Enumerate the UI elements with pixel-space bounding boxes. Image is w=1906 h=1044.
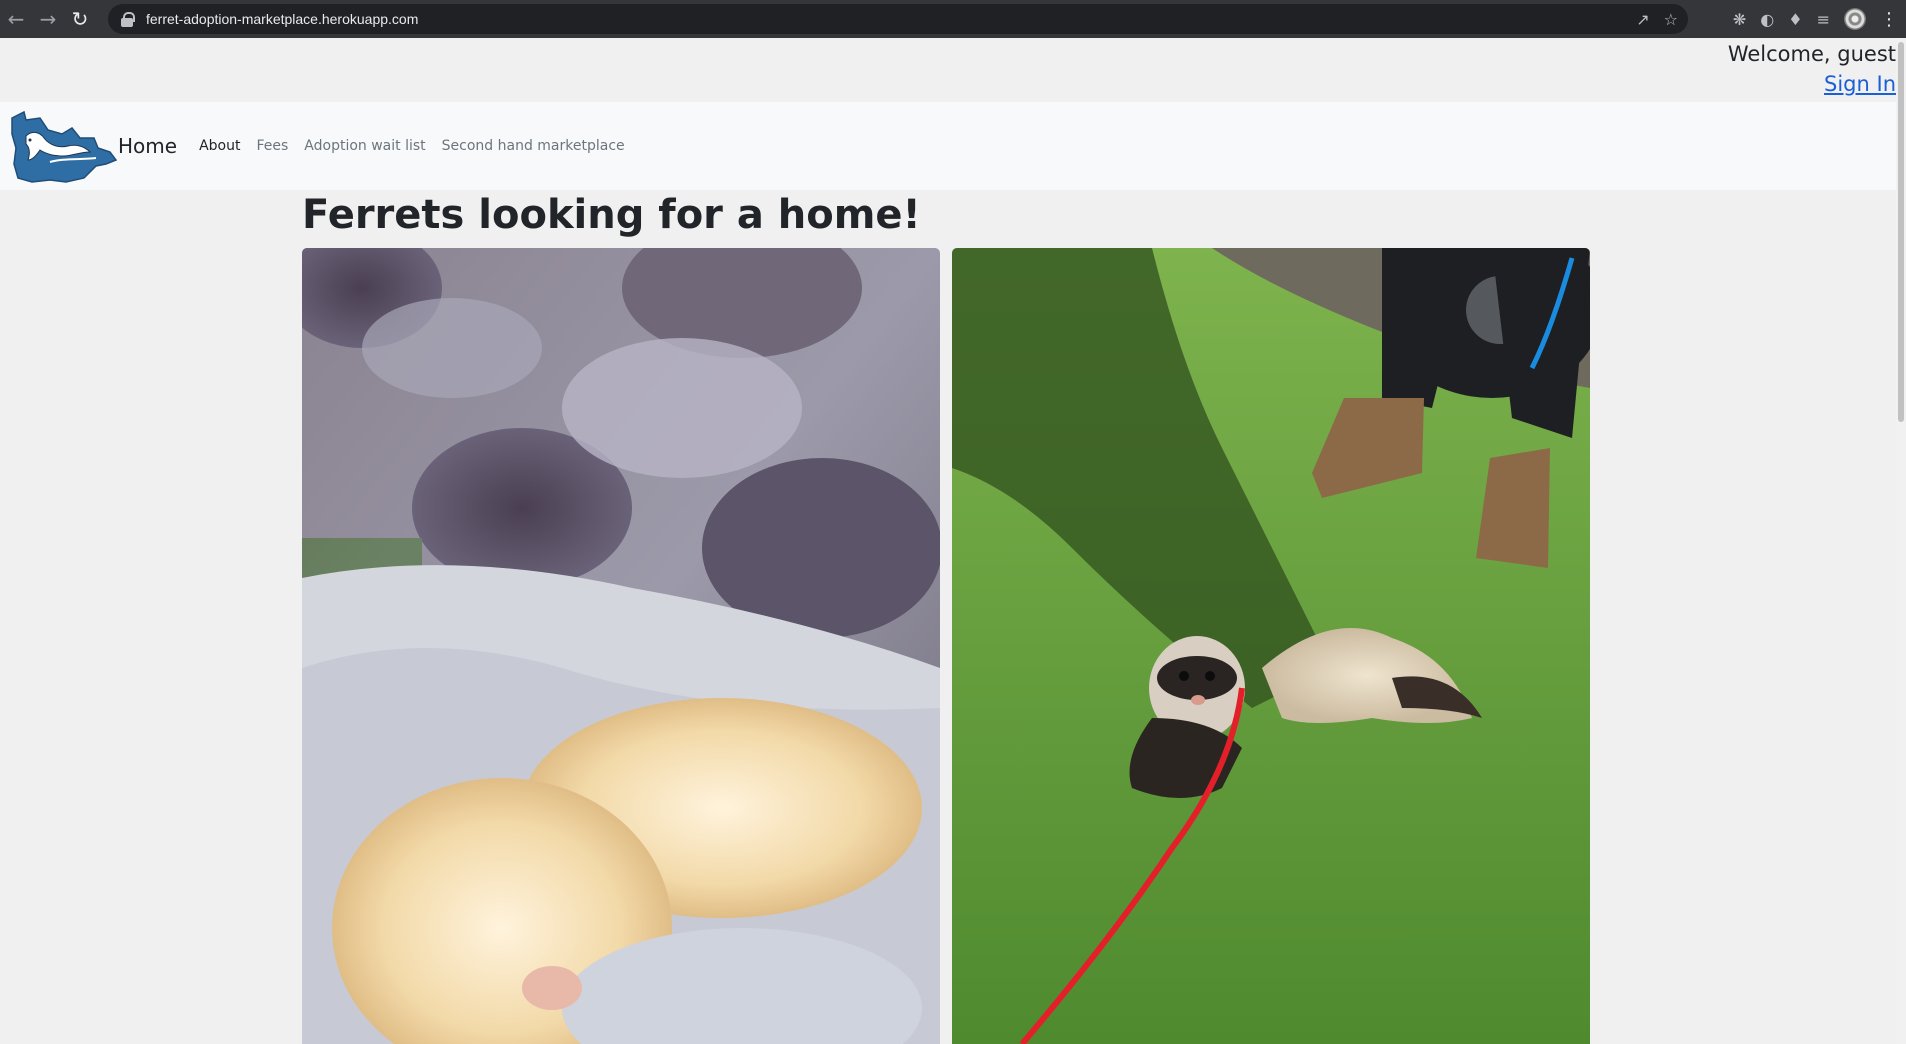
ferret-photo-albino[interactable]	[302, 248, 940, 1044]
share-icon[interactable]: ↗	[1636, 10, 1649, 29]
puzzle-icon[interactable]: ♦	[1788, 10, 1802, 29]
welcome-bar: Welcome, guest Sign In	[0, 38, 1896, 102]
reload-icon[interactable]: ↻	[64, 0, 96, 38]
nav-link-adoption-wait-list[interactable]: Adoption wait list	[304, 138, 425, 154]
page-title: Ferrets looking for a home!	[302, 192, 921, 238]
scrollbar-thumb[interactable]	[1898, 42, 1904, 422]
lock-icon[interactable]	[120, 11, 135, 27]
profile-avatar[interactable]	[1844, 8, 1866, 30]
forward-icon[interactable]: →	[32, 0, 64, 38]
welcome-text: Welcome, guest	[1727, 42, 1896, 66]
star-icon[interactable]: ☆	[1664, 10, 1678, 29]
nav-links: About Fees Adoption wait list Second han…	[199, 138, 625, 154]
browser-toolbar: ← → ↻ ferret-adoption-marketplace.heroku…	[0, 0, 1906, 38]
ferret-photo-sable-on-grass[interactable]	[952, 248, 1590, 1044]
menu-icon[interactable]: ⋮	[1880, 9, 1898, 30]
back-icon[interactable]: ←	[0, 0, 32, 38]
reading-list-icon[interactable]: ≡	[1817, 10, 1830, 29]
navbar: Home About Fees Adoption wait list Secon…	[0, 102, 1896, 190]
c-extension-icon[interactable]: ◐	[1760, 10, 1774, 29]
ferret-logo-icon[interactable]	[10, 108, 118, 184]
nav-link-fees[interactable]: Fees	[256, 138, 288, 154]
sign-in-link[interactable]: Sign In	[1824, 72, 1896, 96]
extension-icon[interactable]: ❋	[1733, 10, 1746, 29]
nav-link-second-hand-marketplace[interactable]: Second hand marketplace	[442, 138, 625, 154]
url-text[interactable]: ferret-adoption-marketplace.herokuapp.co…	[146, 11, 418, 27]
brand-text[interactable]: Home	[118, 134, 177, 158]
page-scrollbar[interactable]	[1896, 38, 1906, 1044]
brand-home-link[interactable]: Home	[10, 108, 177, 184]
address-bar[interactable]: ferret-adoption-marketplace.herokuapp.co…	[108, 4, 1688, 34]
nav-link-about[interactable]: About	[199, 138, 240, 154]
